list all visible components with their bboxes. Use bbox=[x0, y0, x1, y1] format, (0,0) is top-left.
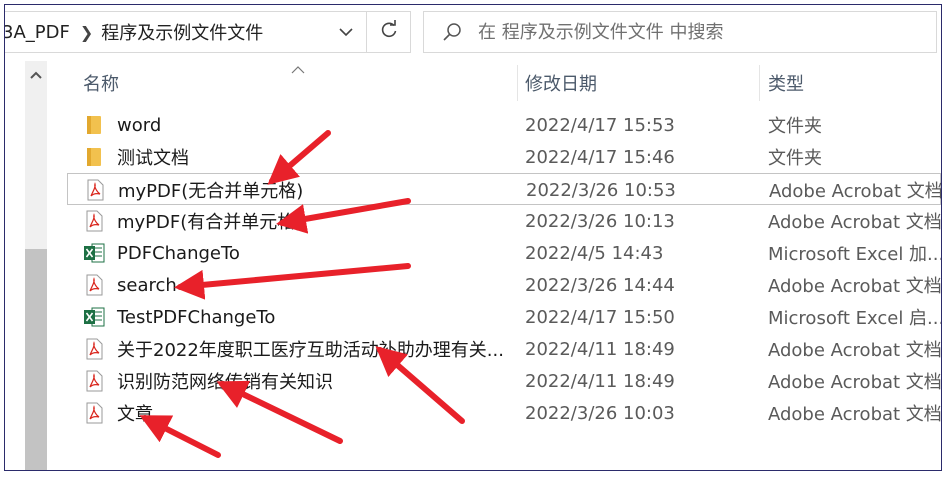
column-header-date[interactable]: 修改日期 bbox=[525, 61, 597, 105]
file-date: 2022/4/11 18:49 bbox=[525, 370, 675, 392]
breadcrumb-separator-icon[interactable]: ❯ bbox=[80, 23, 93, 42]
pdf-icon bbox=[83, 209, 105, 233]
file-name: 测试文档 bbox=[117, 148, 189, 169]
explorer-window: 3A_PDF ❯ 程序及示例文件文件 名称 bbox=[4, 4, 942, 471]
file-row[interactable]: 测试文档 2022/4/17 15:46 文件夹 bbox=[67, 141, 941, 173]
file-date: 2022/3/26 10:53 bbox=[526, 179, 676, 201]
refresh-icon bbox=[379, 20, 399, 44]
file-list: word 2022/4/17 15:53 文件夹 测试文档 2022/4/17 … bbox=[67, 109, 941, 429]
file-name: myPDF(无合并单元格) bbox=[118, 181, 304, 202]
file-name: search bbox=[117, 274, 177, 296]
file-name: 关于2022年度职工医疗互助活动补助办理有关... bbox=[117, 340, 504, 361]
sort-ascending-icon bbox=[291, 59, 305, 78]
refresh-button[interactable] bbox=[367, 11, 411, 53]
file-name: 识别防范网络传销有关知识 bbox=[117, 372, 333, 393]
breadcrumb-current[interactable]: 程序及示例文件文件 bbox=[101, 19, 263, 45]
column-divider[interactable] bbox=[517, 65, 518, 101]
file-date: 2022/4/11 18:49 bbox=[525, 338, 675, 360]
column-header: 名称 修改日期 类型 bbox=[67, 61, 941, 105]
file-type: Adobe Acrobat 文档 bbox=[768, 404, 941, 425]
file-type: 文件夹 bbox=[768, 116, 822, 137]
file-type: Adobe Acrobat 文档 bbox=[769, 181, 942, 202]
search-icon bbox=[442, 22, 462, 42]
file-name: PDFChangeTo bbox=[117, 242, 240, 264]
file-date: 2022/3/26 10:03 bbox=[525, 402, 675, 424]
toolbar: 3A_PDF ❯ 程序及示例文件文件 bbox=[5, 5, 941, 59]
file-row[interactable]: 关于2022年度职工医疗互助活动补助办理有关... 2022/4/11 18:4… bbox=[67, 333, 941, 365]
file-date: 2022/3/26 14:44 bbox=[525, 274, 675, 296]
pdf-icon bbox=[84, 178, 106, 202]
breadcrumb-parent[interactable]: 3A_PDF bbox=[5, 22, 70, 43]
file-type: Microsoft Excel 加... bbox=[768, 244, 941, 265]
file-row[interactable]: TestPDFChangeTo 2022/4/17 15:50 Microsof… bbox=[67, 301, 941, 333]
file-type: Microsoft Excel 启... bbox=[768, 308, 941, 329]
file-type: Adobe Acrobat 文档 bbox=[768, 372, 941, 393]
file-date: 2022/4/17 15:50 bbox=[525, 306, 675, 328]
pdf-icon bbox=[83, 337, 105, 361]
vertical-scrollbar[interactable] bbox=[25, 61, 47, 470]
file-name: 文章 bbox=[117, 404, 153, 425]
file-row-selected[interactable]: myPDF(无合并单元格) 2022/3/26 10:53 Adobe Acro… bbox=[67, 173, 941, 205]
scroll-up-icon[interactable] bbox=[25, 63, 47, 87]
file-name: TestPDFChangeTo bbox=[117, 306, 276, 328]
file-name: myPDF(有合并单元格) bbox=[117, 212, 303, 233]
folder-icon bbox=[83, 145, 105, 169]
file-type: Adobe Acrobat 文档 bbox=[768, 212, 941, 233]
pdf-icon bbox=[83, 401, 105, 425]
chevron-down-icon[interactable] bbox=[326, 12, 366, 52]
column-header-type[interactable]: 类型 bbox=[768, 61, 804, 105]
file-name: word bbox=[117, 114, 162, 136]
file-type: 文件夹 bbox=[768, 148, 822, 169]
file-row[interactable]: search 2022/3/26 14:44 Adobe Acrobat 文档 bbox=[67, 269, 941, 301]
file-type: Adobe Acrobat 文档 bbox=[768, 340, 941, 361]
excel-addin-icon bbox=[83, 241, 105, 265]
file-type: Adobe Acrobat 文档 bbox=[768, 276, 941, 297]
file-row[interactable]: 文章 2022/3/26 10:03 Adobe Acrobat 文档 bbox=[67, 397, 941, 429]
file-date: 2022/4/17 15:46 bbox=[525, 146, 675, 168]
search-box[interactable] bbox=[423, 11, 937, 53]
search-input[interactable] bbox=[476, 20, 900, 44]
file-date: 2022/4/5 14:43 bbox=[525, 242, 664, 264]
file-date: 2022/3/26 10:13 bbox=[525, 210, 675, 232]
file-date: 2022/4/17 15:53 bbox=[525, 114, 675, 136]
column-header-name[interactable]: 名称 bbox=[83, 61, 119, 105]
scrollbar-thumb[interactable] bbox=[25, 249, 47, 470]
excel-icon bbox=[83, 305, 105, 329]
folder-icon bbox=[83, 113, 105, 137]
address-bar[interactable]: 3A_PDF ❯ 程序及示例文件文件 bbox=[5, 11, 367, 53]
file-row[interactable]: myPDF(有合并单元格) 2022/3/26 10:13 Adobe Acro… bbox=[67, 205, 941, 237]
column-divider[interactable] bbox=[759, 65, 760, 101]
file-row[interactable]: 识别防范网络传销有关知识 2022/4/11 18:49 Adobe Acrob… bbox=[67, 365, 941, 397]
file-row[interactable]: PDFChangeTo 2022/4/5 14:43 Microsoft Exc… bbox=[67, 237, 941, 269]
pdf-icon bbox=[83, 273, 105, 297]
pdf-icon bbox=[83, 369, 105, 393]
file-row[interactable]: word 2022/4/17 15:53 文件夹 bbox=[67, 109, 941, 141]
